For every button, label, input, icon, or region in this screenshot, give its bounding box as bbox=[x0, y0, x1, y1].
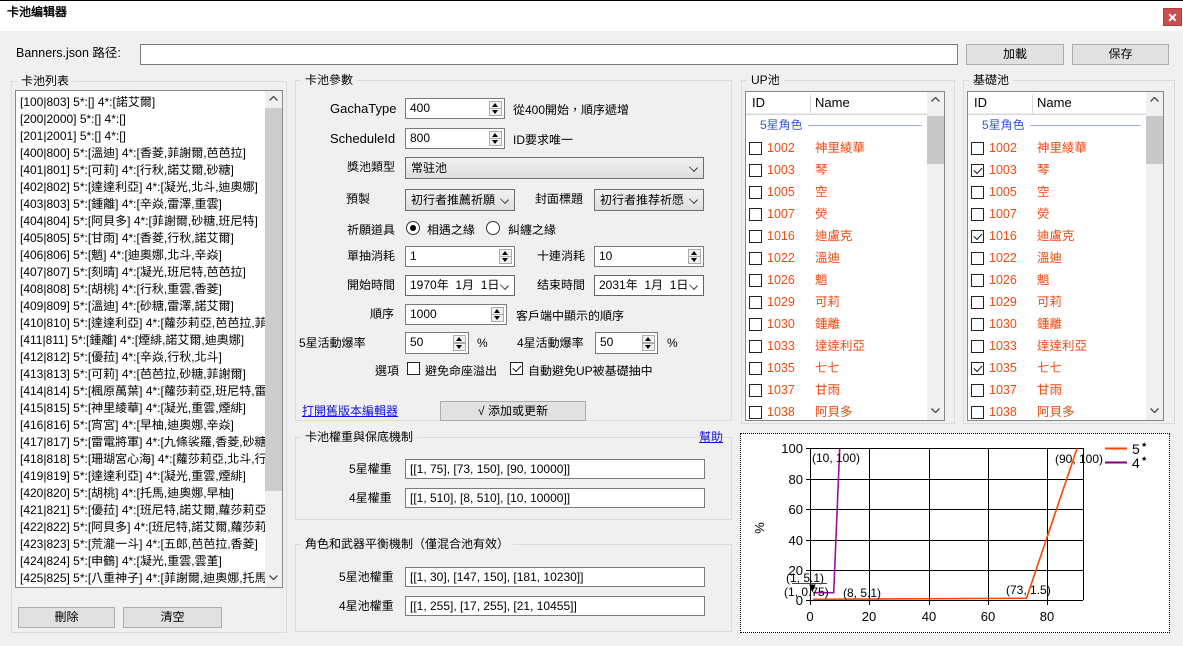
svg-text:40: 40 bbox=[789, 533, 803, 548]
svg-text:4: 4 bbox=[1132, 455, 1140, 471]
svg-text:(1, 0.75): (1, 0.75) bbox=[784, 585, 829, 599]
svg-text:100: 100 bbox=[781, 441, 803, 456]
svg-text:(90, 100): (90, 100) bbox=[1055, 452, 1103, 466]
svg-text:20: 20 bbox=[862, 609, 876, 624]
svg-text:%: % bbox=[752, 522, 767, 534]
svg-text:(8, 5.1): (8, 5.1) bbox=[843, 586, 881, 600]
svg-text:★: ★ bbox=[1141, 441, 1147, 449]
svg-text:(1, 5.1): (1, 5.1) bbox=[786, 571, 824, 585]
svg-text:80: 80 bbox=[789, 472, 803, 487]
svg-text:40: 40 bbox=[922, 609, 936, 624]
svg-text:(73, 1.5): (73, 1.5) bbox=[1006, 583, 1051, 597]
svg-text:(10, 100): (10, 100) bbox=[812, 451, 860, 465]
svg-text:0: 0 bbox=[806, 609, 813, 624]
svg-text:60: 60 bbox=[789, 502, 803, 517]
svg-text:★: ★ bbox=[1141, 455, 1147, 463]
svg-text:60: 60 bbox=[981, 609, 995, 624]
svg-text:80: 80 bbox=[1040, 609, 1054, 624]
